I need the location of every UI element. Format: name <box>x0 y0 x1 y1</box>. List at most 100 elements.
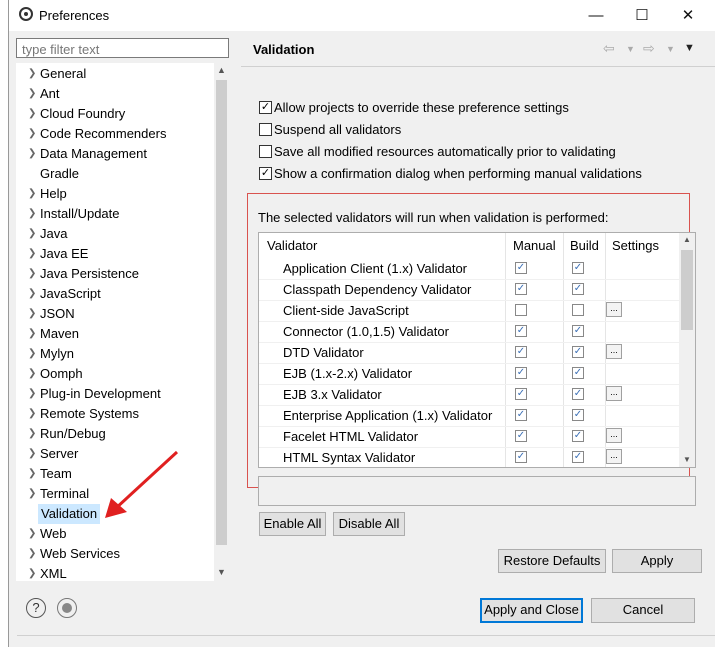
build-checkbox[interactable]: ✓ <box>572 409 584 421</box>
tree-item-help[interactable]: ❯ Help <box>16 184 216 204</box>
checkbox-checked-icon[interactable]: ✓ <box>259 101 272 114</box>
build-checkbox[interactable]: ✓ <box>572 451 584 463</box>
cancel-button[interactable]: Cancel <box>591 598 695 623</box>
expand-arrow-icon[interactable]: ❯ <box>28 404 36 424</box>
expand-arrow-icon[interactable]: ❯ <box>28 264 36 284</box>
expand-arrow-icon[interactable]: ❯ <box>28 484 36 504</box>
expand-arrow-icon[interactable]: ❯ <box>28 224 36 244</box>
manual-checkbox[interactable]: ✓ <box>515 283 527 295</box>
table-row[interactable]: EJB (1.x-2.x) Validator ✓ ✓ <box>259 363 679 385</box>
build-checkbox[interactable]: ✓ <box>572 367 584 379</box>
expand-arrow-icon[interactable]: ❯ <box>28 284 36 304</box>
settings-button[interactable]: ... <box>606 428 622 443</box>
minimize-icon[interactable]: — <box>573 0 619 31</box>
manual-checkbox[interactable] <box>515 304 527 316</box>
tree-item-web[interactable]: ❯ Web <box>16 524 216 544</box>
expand-arrow-icon[interactable]: ❯ <box>28 104 36 124</box>
filter-field[interactable] <box>16 38 229 58</box>
tree-item-web-services[interactable]: ❯ Web Services <box>16 544 216 564</box>
checkbox-checked-icon[interactable]: ✓ <box>259 167 272 180</box>
table-row[interactable]: Classpath Dependency Validator ✓ ✓ <box>259 279 679 301</box>
restore-defaults-button[interactable]: Restore Defaults <box>498 549 606 573</box>
settings-button[interactable]: ... <box>606 449 622 464</box>
tree-item-data-management[interactable]: ❯ Data Management <box>16 144 216 164</box>
build-checkbox[interactable]: ✓ <box>572 262 584 274</box>
tree-item-xml[interactable]: ❯ XML <box>16 564 216 581</box>
scroll-down-icon[interactable]: ▼ <box>217 567 226 577</box>
expand-arrow-icon[interactable]: ❯ <box>28 184 36 204</box>
table-scroll-thumb[interactable] <box>681 250 693 330</box>
tree-item-cloud-foundry[interactable]: ❯ Cloud Foundry <box>16 104 216 124</box>
help-icon[interactable]: ? <box>26 598 46 618</box>
expand-arrow-icon[interactable]: ❯ <box>28 144 36 164</box>
manual-checkbox[interactable]: ✓ <box>515 388 527 400</box>
expand-arrow-icon[interactable]: ❯ <box>28 124 36 144</box>
expand-arrow-icon[interactable]: ❯ <box>28 384 36 404</box>
settings-button[interactable]: ... <box>606 302 622 317</box>
apply-button[interactable]: Apply <box>612 549 702 573</box>
build-checkbox[interactable]: ✓ <box>572 283 584 295</box>
expand-arrow-icon[interactable]: ❯ <box>28 524 36 544</box>
table-row[interactable]: Enterprise Application (1.x) Validator ✓ ✓ <box>259 405 679 427</box>
table-row[interactable]: EJB 3.x Validator ✓ ✓... <box>259 384 679 406</box>
column-header-settings[interactable]: Settings <box>612 233 659 258</box>
tree-item-plug-in-development[interactable]: ❯ Plug-in Development <box>16 384 216 404</box>
manual-checkbox[interactable]: ✓ <box>515 409 527 421</box>
expand-arrow-icon[interactable]: ❯ <box>28 444 36 464</box>
build-checkbox[interactable]: ✓ <box>572 346 584 358</box>
expand-arrow-icon[interactable]: ❯ <box>28 544 36 564</box>
tree-item-maven[interactable]: ❯ Maven <box>16 324 216 344</box>
apply-and-close-button[interactable]: Apply and Close <box>480 598 583 623</box>
tree-item-java-persistence[interactable]: ❯ Java Persistence <box>16 264 216 284</box>
enable-all-button[interactable]: Enable All <box>259 512 326 536</box>
expand-arrow-icon[interactable]: ❯ <box>28 244 36 264</box>
back-menu-icon[interactable]: ▼ <box>626 44 635 54</box>
build-checkbox[interactable]: ✓ <box>572 430 584 442</box>
settings-button[interactable]: ... <box>606 344 622 359</box>
tree-item-java-ee[interactable]: ❯ Java EE <box>16 244 216 264</box>
tree-scroll-thumb[interactable] <box>216 80 227 545</box>
tree-item-oomph[interactable]: ❯ Oomph <box>16 364 216 384</box>
expand-arrow-icon[interactable]: ❯ <box>28 84 36 104</box>
disable-all-button[interactable]: Disable All <box>333 512 405 536</box>
import-export-icon[interactable] <box>57 598 77 618</box>
build-checkbox[interactable] <box>572 304 584 316</box>
expand-arrow-icon[interactable]: ❯ <box>28 344 36 364</box>
expand-arrow-icon[interactable]: ❯ <box>28 204 36 224</box>
tree-item-java[interactable]: ❯ Java <box>16 224 216 244</box>
tree-item-code-recommenders[interactable]: ❯ Code Recommenders <box>16 124 216 144</box>
tree-item-ant[interactable]: ❯ Ant <box>16 84 216 104</box>
tree-item-remote-systems[interactable]: ❯ Remote Systems <box>16 404 216 424</box>
build-checkbox[interactable]: ✓ <box>572 325 584 337</box>
forward-menu-icon[interactable]: ▼ <box>666 44 675 54</box>
expand-arrow-icon[interactable]: ❯ <box>28 324 36 344</box>
checkbox-unchecked-icon[interactable] <box>259 145 272 158</box>
build-checkbox[interactable]: ✓ <box>572 388 584 400</box>
column-header-build[interactable]: Build <box>570 233 599 258</box>
tree-item-general[interactable]: ❯ General <box>16 64 216 84</box>
scroll-up-icon[interactable]: ▲ <box>217 65 226 75</box>
manual-checkbox[interactable]: ✓ <box>515 451 527 463</box>
checkbox-unchecked-icon[interactable] <box>259 123 272 136</box>
tree-item-gradle[interactable]: Gradle <box>16 164 216 184</box>
tree-item-javascript[interactable]: ❯ JavaScript <box>16 284 216 304</box>
expand-arrow-icon[interactable]: ❯ <box>28 304 36 324</box>
table-row[interactable]: Application Client (1.x) Validator ✓ ✓ <box>259 258 679 280</box>
settings-button[interactable]: ... <box>606 386 622 401</box>
expand-arrow-icon[interactable]: ❯ <box>28 424 36 444</box>
filter-input[interactable] <box>20 40 224 58</box>
tree-item-json[interactable]: ❯ JSON <box>16 304 216 324</box>
expand-arrow-icon[interactable]: ❯ <box>28 364 36 384</box>
expand-arrow-icon[interactable]: ❯ <box>28 564 36 581</box>
table-row[interactable]: Facelet HTML Validator ✓ ✓... <box>259 426 679 448</box>
manual-checkbox[interactable]: ✓ <box>515 430 527 442</box>
view-menu-icon[interactable]: ▼ <box>684 42 695 54</box>
expand-arrow-icon[interactable]: ❯ <box>28 464 36 484</box>
forward-icon[interactable]: ⇨ <box>643 40 655 57</box>
maximize-icon[interactable]: ☐ <box>619 0 665 31</box>
expand-arrow-icon[interactable]: ❯ <box>28 64 36 84</box>
tree-item-install-update[interactable]: ❯ Install/Update <box>16 204 216 224</box>
scroll-down-icon[interactable]: ▼ <box>683 455 691 464</box>
scroll-up-icon[interactable]: ▲ <box>683 235 691 244</box>
manual-checkbox[interactable]: ✓ <box>515 367 527 379</box>
